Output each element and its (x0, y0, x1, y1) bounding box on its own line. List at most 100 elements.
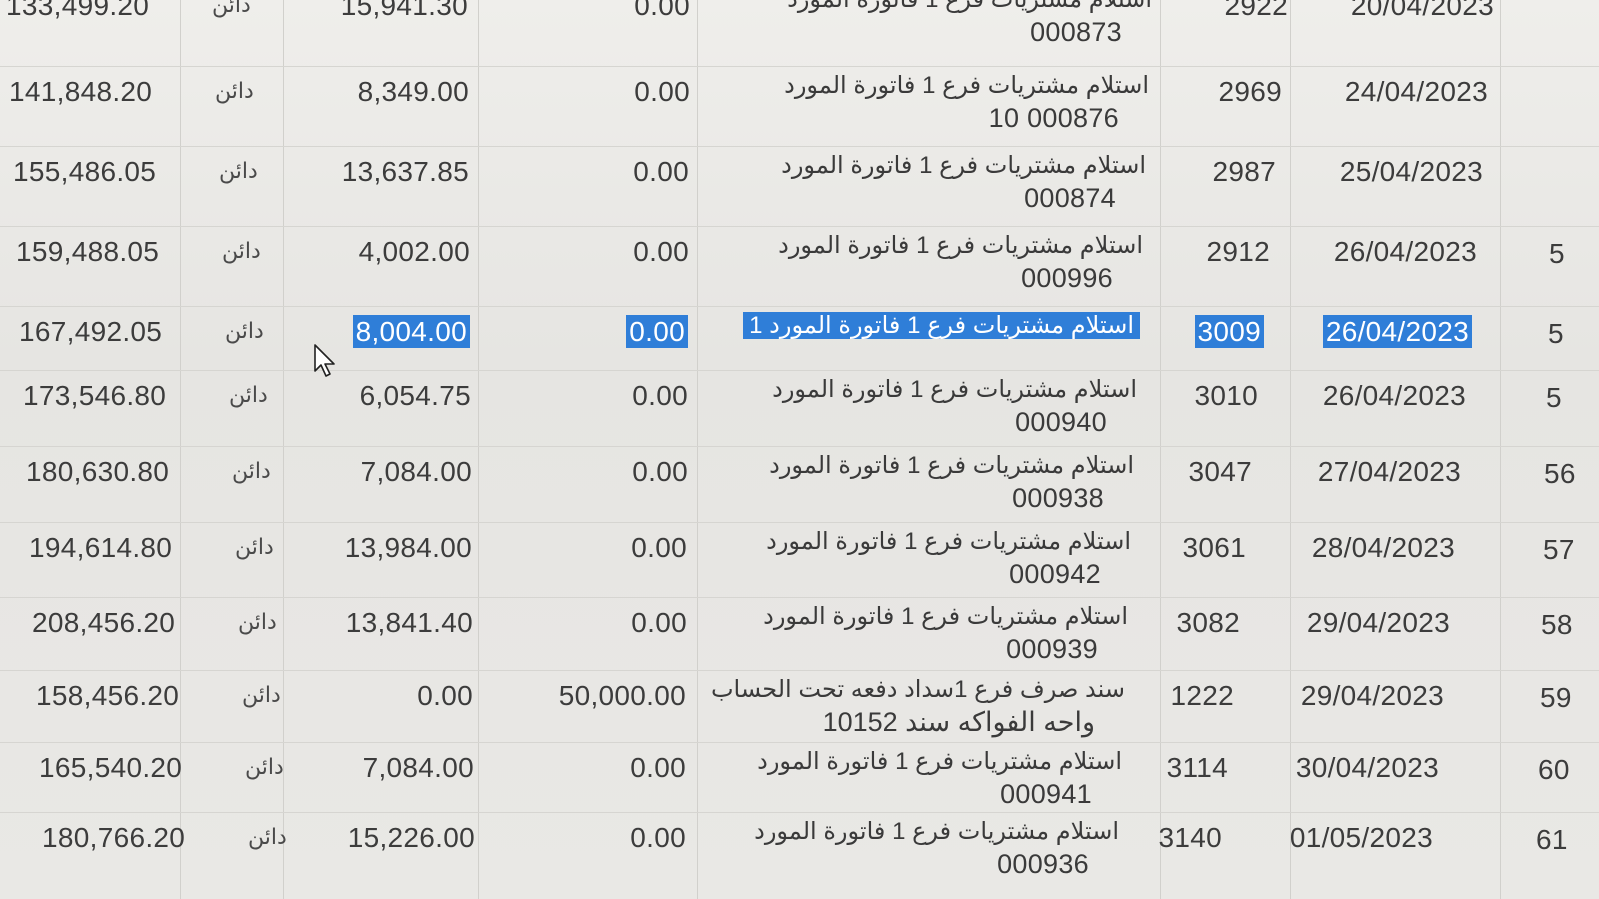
description-cell[interactable]: سند صرف فرع 1سداد دفعه تحت الحساب واحه ال… (665, 674, 1125, 738)
index-cell[interactable]: 5 (1546, 384, 1562, 412)
index-cell[interactable]: 60 (1538, 756, 1570, 784)
document-number-cell[interactable]: 2912 (1207, 238, 1271, 266)
credit-cell[interactable]: 13,841.40 (346, 609, 473, 637)
date-cell[interactable]: 26/04/2023 (1334, 238, 1477, 266)
description-cell[interactable]: استلام مشتريات فرع 1 فاتورة المورد 000939 (668, 601, 1128, 665)
balance-cell[interactable]: 141,848.20 (9, 78, 152, 106)
balance-cell[interactable]: 194,614.80 (29, 534, 172, 562)
table-row[interactable]: 159,488.05 دائن 4,002.00 0.00 استلام مشتريات… (0, 226, 1599, 307)
date-cell[interactable]: 26/04/2023 (1323, 382, 1466, 410)
document-number-cell[interactable]: 1222 (1171, 682, 1235, 710)
index-cell[interactable]: 57 (1543, 536, 1575, 564)
date-cell[interactable]: 01/05/2023 (1290, 824, 1433, 852)
index-cell[interactable]: 59 (1540, 684, 1572, 712)
debit-cell[interactable]: 0.00 (634, 78, 690, 106)
description-cell[interactable]: استلام مشتريات فرع 1 فاتورة المورد 000873 (692, 0, 1152, 48)
table-row[interactable]: 208,456.20 دائن 13,841.40 0.00 استلام مشتريا… (0, 597, 1599, 671)
credit-cell[interactable]: 7,084.00 (361, 458, 472, 486)
credit-cell[interactable]: 15,941.30 (341, 0, 468, 20)
table-row[interactable]: 165,540.20 دائن 7,084.00 0.00 استلام مشتريات… (0, 742, 1599, 813)
credit-cell[interactable]: 0.00 (417, 682, 473, 710)
credit-cell[interactable]: 8,349.00 (358, 78, 469, 106)
credit-cell-text: 8,004.00 (352, 315, 470, 348)
document-number-cell[interactable]: 2969 (1219, 78, 1283, 106)
document-number-cell[interactable]: 2922 (1225, 0, 1289, 20)
debit-cell[interactable]: 0.00 (634, 0, 690, 20)
table-row[interactable]: 155,486.05 دائن 13,637.85 0.00 استلام مشتريا… (0, 146, 1599, 227)
balance-cell[interactable]: 208,456.20 (32, 609, 175, 637)
document-number-cell[interactable]: 3140 (1159, 824, 1223, 852)
date-cell[interactable]: 30/04/2023 (1296, 754, 1439, 782)
balance-cell[interactable]: 159,488.05 (16, 238, 159, 266)
description-cell[interactable]: استلام مشتريات فرع 1 فاتورة المورد 1 (680, 310, 1140, 342)
description-cell[interactable]: استلام مشتريات فرع 1 فاتورة المورد 000942 (671, 526, 1131, 590)
document-number-cell-text: 3082 (1176, 607, 1240, 638)
entry-type-cell[interactable]: دائن (229, 384, 268, 406)
date-cell[interactable]: 28/04/2023 (1312, 534, 1455, 562)
date-cell[interactable]: 29/04/2023 (1307, 609, 1450, 637)
date-cell[interactable]: 25/04/2023 (1340, 158, 1483, 186)
entry-type-cell[interactable]: دائن (212, 0, 251, 16)
entry-type-cell[interactable]: دائن (248, 826, 287, 848)
entry-type-cell[interactable]: دائن (215, 80, 254, 102)
description-cell[interactable]: استلام مشتريات فرع 1 فاتورة المورد 000938 (674, 450, 1134, 514)
balance-cell[interactable]: 155,486.05 (13, 158, 156, 186)
debit-cell[interactable]: 0.00 (626, 315, 688, 348)
table-row[interactable]: 194,614.80 دائن 13,984.00 0.00 استلام مشتريا… (0, 522, 1599, 598)
index-cell[interactable]: 58 (1541, 611, 1573, 639)
index-cell[interactable]: 5 (1548, 320, 1564, 348)
document-number-cell[interactable]: 3009 (1194, 315, 1264, 348)
entry-type-cell[interactable]: دائن (222, 240, 261, 262)
debit-cell[interactable]: 0.00 (633, 238, 689, 266)
date-cell[interactable]: 29/04/2023 (1301, 682, 1444, 710)
balance-cell[interactable]: 167,492.05 (19, 318, 162, 346)
table-row[interactable]: 180,630.80 دائن 7,084.00 0.00 استلام مشتريات… (0, 446, 1599, 523)
index-cell[interactable]: 56 (1544, 460, 1576, 488)
index-cell[interactable]: 61 (1536, 826, 1568, 854)
credit-cell[interactable]: 7,084.00 (363, 754, 474, 782)
description-cell[interactable]: استلام مشتريات فرع 1 فاتورة المورد 10 000… (689, 70, 1149, 134)
table-row[interactable]: 133,499.20 دائن 15,941.30 0.00استلام مشتريا… (0, 0, 1599, 67)
credit-cell[interactable]: 8,004.00 (352, 315, 470, 348)
document-number-cell[interactable]: 3082 (1177, 609, 1241, 637)
description-cell[interactable]: استلام مشتريات فرع 1 فاتورة المورد 000941 (662, 746, 1122, 810)
balance-cell[interactable]: 133,499.20 (6, 0, 149, 20)
document-number-cell[interactable]: 3047 (1189, 458, 1253, 486)
balance-cell[interactable]: 180,630.80 (26, 458, 169, 486)
balance-cell[interactable]: 173,546.80 (23, 382, 166, 410)
date-cell[interactable]: 26/04/2023 (1322, 315, 1472, 348)
date-cell[interactable]: 27/04/2023 (1318, 458, 1461, 486)
table-row[interactable]: 173,546.80 دائن 6,054.75 0.00 استلام مشتريات… (0, 370, 1599, 447)
description-cell[interactable]: استلام مشتريات فرع 1 فاتورة المورد 000936 (659, 816, 1119, 880)
table-row[interactable]: 158,456.20 دائن 0.00 50,000.00 سند صرف فرع 1… (0, 670, 1599, 743)
balance-cell[interactable]: 180,766.20 (42, 824, 185, 852)
entry-type-cell[interactable]: دائن (225, 320, 264, 342)
description-cell[interactable]: استلام مشتريات فرع 1 فاتورة المورد 000996 (683, 230, 1143, 294)
date-cell[interactable]: 20/04/2023 (1351, 0, 1494, 20)
document-number-cell[interactable]: 2987 (1213, 158, 1277, 186)
table-row[interactable]: 180,766.20 دائن 15,226.00 0.00 استلام مشتريا… (0, 812, 1599, 899)
table-row[interactable]: 141,848.20 دائن 8,349.00 0.00 استلام مشتريات… (0, 66, 1599, 147)
index-cell[interactable]: 5 (1549, 240, 1565, 268)
balance-cell[interactable]: 165,540.20 (39, 754, 182, 782)
document-number-cell[interactable]: 3114 (1167, 754, 1228, 782)
document-number-cell[interactable]: 3061 (1183, 534, 1247, 562)
entry-type-cell[interactable]: دائن (245, 756, 284, 778)
entry-type-cell[interactable]: دائن (235, 536, 274, 558)
balance-cell[interactable]: 158,456.20 (36, 682, 179, 710)
description-cell[interactable]: استلام مشتريات فرع 1 فاتورة المورد 000874 (686, 150, 1146, 214)
table-row-selected[interactable]: 167,492.05 دائن 8,004.00 0.00 استلام مشتريات… (0, 306, 1599, 371)
credit-cell[interactable]: 6,054.75 (360, 382, 471, 410)
credit-cell[interactable]: 4,002.00 (359, 238, 470, 266)
description-cell[interactable]: استلام مشتريات فرع 1 فاتورة المورد 000940 (677, 374, 1137, 438)
document-number-cell[interactable]: 3010 (1195, 382, 1259, 410)
credit-cell[interactable]: 15,226.00 (348, 824, 475, 852)
date-cell[interactable]: 24/04/2023 (1345, 78, 1488, 106)
debit-cell[interactable]: 0.00 (633, 158, 689, 186)
credit-cell[interactable]: 13,637.85 (342, 158, 469, 186)
entry-type-cell[interactable]: دائن (242, 684, 281, 706)
credit-cell[interactable]: 13,984.00 (345, 534, 472, 562)
entry-type-cell[interactable]: دائن (238, 611, 277, 633)
entry-type-cell[interactable]: دائن (232, 460, 271, 482)
entry-type-cell[interactable]: دائن (219, 160, 258, 182)
